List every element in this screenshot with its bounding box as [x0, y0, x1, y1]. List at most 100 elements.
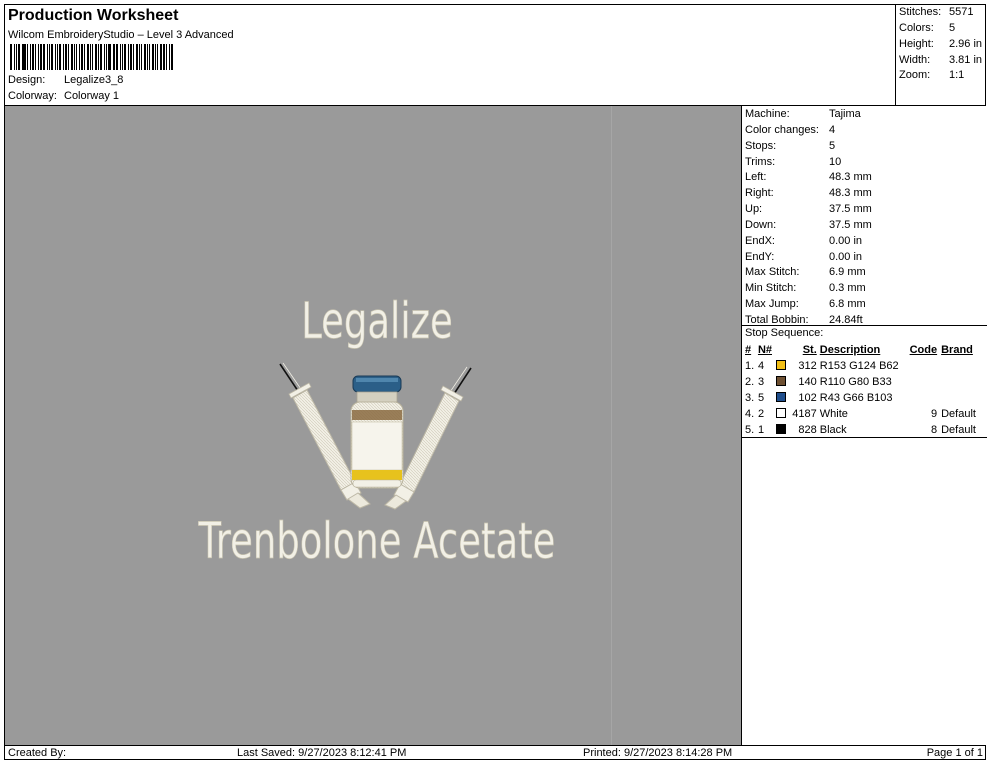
col-code-header: Code	[909, 344, 938, 356]
endx-label: EndX:	[745, 235, 775, 247]
stop-code	[910, 358, 942, 374]
left-value: 48.3 mm	[829, 171, 872, 183]
barcode-bar	[76, 44, 78, 70]
barcode-bar	[163, 44, 166, 70]
last-saved: Last Saved: 9/27/2023 8:12:41 PM	[237, 747, 407, 759]
stop-needle: 1	[757, 424, 765, 436]
barcode-bar	[147, 44, 148, 70]
width-row: Width: 3.81 in	[899, 54, 982, 66]
stop-brand	[941, 374, 987, 390]
barcode-bar	[103, 44, 105, 70]
width-value: 3.81 in	[949, 54, 983, 66]
barcode-bar	[51, 44, 54, 70]
production-worksheet: Production Worksheet Wilcom EmbroiderySt…	[4, 4, 987, 760]
stop-needle: 5	[757, 392, 765, 404]
stitches-value: 5571	[949, 6, 974, 18]
barcode-bar	[79, 44, 80, 70]
col-stitches-header: St.	[802, 344, 817, 356]
zoom-label: Zoom:	[899, 69, 931, 81]
max-jump-label: Max Jump:	[745, 298, 799, 310]
height-value: 2.96 in	[949, 38, 983, 50]
thread-color-swatch	[775, 376, 786, 386]
colors-label: Colors:	[899, 22, 934, 34]
machine-row: Machine: Tajima	[745, 108, 861, 120]
barcode-bar	[98, 44, 100, 70]
page-title: Production Worksheet	[8, 7, 179, 24]
width-label: Width:	[899, 54, 931, 66]
stop-sequence-table: # N# St. Description Code Brand 1. 4 312 R1…	[742, 342, 987, 438]
software-subtitle: Wilcom EmbroideryStudio – Level 3 Advanc…	[8, 29, 234, 41]
stop-stitches: 312	[798, 360, 817, 372]
endy-label: EndY:	[745, 251, 775, 263]
stop-description: R110 G80 B33	[819, 376, 892, 388]
barcode-bar	[17, 44, 20, 70]
stop-color-swatch	[775, 422, 790, 438]
stop-color-swatch	[775, 406, 790, 422]
stop-code	[910, 390, 942, 406]
barcode-bar	[56, 44, 58, 70]
barcode-bar	[166, 44, 168, 70]
barcode-bar	[129, 44, 132, 70]
thread-color-swatch	[775, 392, 786, 402]
stop-code: 9	[930, 408, 938, 420]
zoom-row: Zoom: 1:1	[899, 69, 964, 81]
stop-stitches: 828	[798, 424, 817, 436]
stop-table-header: # N# St. Description Code Brand	[742, 342, 987, 358]
embroidery-artwork: Legalize Trenbolone Acetate	[197, 292, 556, 571]
barcode-bar	[47, 44, 49, 70]
colorway-value: Colorway 1	[64, 90, 120, 102]
barcode-bar	[139, 44, 141, 70]
max-jump-row: Max Jump: 6.8 mm	[745, 298, 866, 310]
created-by: Created By:	[8, 747, 67, 759]
barcode-bar	[27, 44, 29, 70]
down-label: Down:	[745, 219, 777, 231]
endy-value: 0.00 in	[829, 251, 863, 263]
colors-value: 5	[949, 22, 956, 34]
barcode-bar	[30, 44, 32, 70]
up-row: Up: 37.5 mm	[745, 203, 872, 215]
thread-color-swatch	[775, 408, 786, 418]
down-value: 37.5 mm	[829, 219, 872, 231]
right-row: Right: 48.3 mm	[745, 187, 872, 199]
col-needle-header: N#	[757, 344, 772, 356]
barcode-bar	[86, 44, 90, 70]
max-stitch-row: Max Stitch: 6.9 mm	[745, 266, 866, 278]
colors-row: Colors: 5	[899, 22, 955, 34]
endx-value: 0.00 in	[829, 235, 863, 247]
barcode-bar	[105, 44, 107, 70]
machine-label: Machine:	[745, 108, 790, 120]
stop-index: 2.	[745, 376, 755, 388]
barcode-bar	[132, 44, 134, 70]
min-stitch-label: Min Stitch:	[745, 282, 797, 294]
design-bottom-text: Trenbolone Acetate	[198, 513, 556, 571]
barcode	[10, 44, 174, 70]
stop-needle: 4	[757, 360, 765, 372]
up-label: Up:	[745, 203, 763, 215]
barcode-bar	[114, 44, 116, 70]
min-stitch-value: 0.3 mm	[829, 282, 866, 294]
stop-stitches: 140	[798, 376, 817, 388]
stop-brand: Default	[941, 424, 976, 436]
endx-row: EndX: 0.00 in	[745, 235, 862, 247]
barcode-bar	[116, 44, 119, 70]
colorway-row: Colorway: Colorway 1	[8, 90, 119, 102]
barcode-bar	[135, 44, 139, 70]
stop-row: 5. 1 828 Black 8 Default	[742, 422, 987, 438]
stop-needle: 3	[757, 376, 765, 388]
barcode-bar	[15, 44, 17, 70]
barcode-bar	[23, 44, 27, 70]
stop-color-swatch	[775, 374, 790, 390]
stop-row: 4. 2 4187 White 9 Default	[742, 406, 987, 422]
barcode-bar	[10, 44, 12, 70]
barcode-bar	[13, 44, 15, 70]
machine-info-panel: Machine: Tajima Color changes: 4 Stops: 5 T…	[741, 106, 987, 745]
col-brand-header: Brand	[941, 344, 973, 356]
stops-row: Stops: 5	[745, 140, 835, 152]
barcode-bar	[95, 44, 98, 70]
endy-row: EndY: 0.00 in	[745, 251, 862, 263]
barcode-bar	[49, 44, 51, 70]
barcode-bar	[21, 44, 23, 70]
height-row: Height: 2.96 in	[899, 38, 982, 50]
barcode-bar	[83, 44, 85, 70]
stop-stitches: 102	[798, 392, 817, 404]
